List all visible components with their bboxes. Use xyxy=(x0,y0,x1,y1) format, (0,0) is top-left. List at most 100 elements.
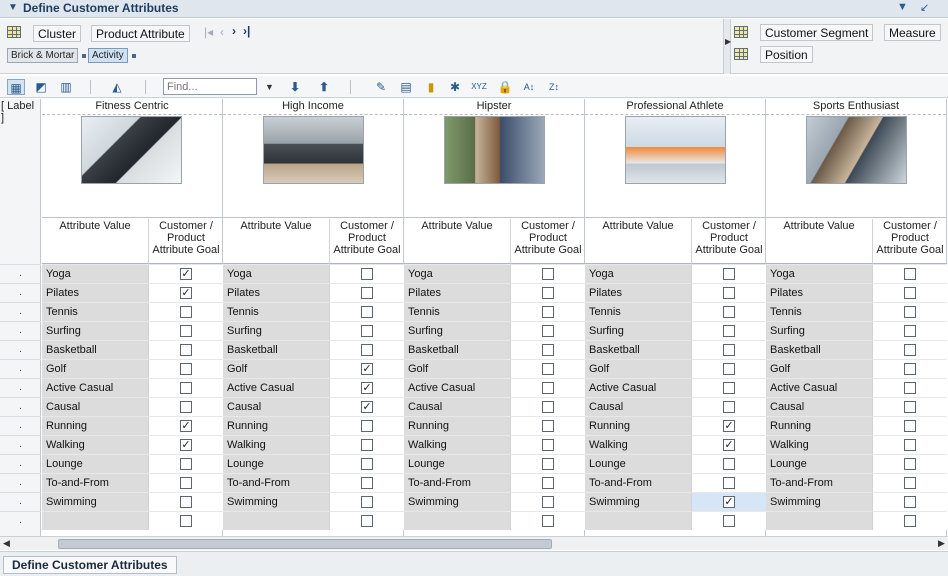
attribute-value-cell[interactable]: Causal xyxy=(585,397,691,416)
attribute-value-cell[interactable]: Walking xyxy=(404,435,510,454)
goal-checkbox[interactable] xyxy=(904,382,916,394)
xyz-icon[interactable]: XYZ xyxy=(470,79,488,95)
attribute-value-header[interactable]: Attribute Value xyxy=(42,219,148,264)
attribute-value-cell[interactable]: Surfing xyxy=(404,321,510,340)
attribute-value-cell[interactable]: Tennis xyxy=(404,302,510,321)
attribute-value-cell[interactable]: Lounge xyxy=(585,454,691,473)
label-header[interactable]: [ Label ] xyxy=(1,100,40,124)
goal-header[interactable]: Customer / Product Attribute Goal xyxy=(329,219,404,264)
segment-name[interactable]: Professional Athlete xyxy=(585,100,765,112)
goal-header[interactable]: Customer / Product Attribute Goal xyxy=(691,219,766,264)
goal-checkbox[interactable] xyxy=(542,420,554,432)
attribute-value-cell[interactable]: Yoga xyxy=(766,264,872,283)
pane-splitter[interactable]: ▶ xyxy=(723,19,731,74)
tag-handle-icon[interactable] xyxy=(82,54,86,58)
edit-document-icon[interactable]: ✎ xyxy=(372,79,390,95)
attribute-value-cell[interactable]: Surfing xyxy=(42,321,148,340)
goal-checkbox[interactable] xyxy=(723,477,735,489)
attribute-value-cell[interactable]: Pilates xyxy=(223,283,329,302)
attribute-value-cell[interactable]: Walking xyxy=(766,435,872,454)
splitter-arrow-icon[interactable]: ▶ xyxy=(725,37,731,46)
last-page-icon[interactable]: ›| xyxy=(243,24,250,38)
attribute-value-cell[interactable]: Tennis xyxy=(585,302,691,321)
goal-checkbox[interactable] xyxy=(904,363,916,375)
row-header[interactable]: . xyxy=(0,378,41,397)
row-header[interactable]: . xyxy=(0,283,41,302)
attribute-value-cell[interactable] xyxy=(42,511,148,530)
segment-name[interactable]: Fitness Centric xyxy=(42,100,222,112)
attribute-value-cell[interactable]: Pilates xyxy=(585,283,691,302)
next-page-icon[interactable]: › xyxy=(232,24,236,38)
attribute-value-cell[interactable]: Lounge xyxy=(766,454,872,473)
measure-button[interactable]: Measure xyxy=(884,24,941,41)
attribute-value-cell[interactable] xyxy=(766,511,872,530)
attribute-value-cell[interactable]: Swimming xyxy=(42,492,148,511)
goal-checkbox[interactable] xyxy=(180,344,192,356)
goal-header[interactable]: Customer / Product Attribute Goal xyxy=(872,219,947,264)
attribute-value-cell[interactable]: Pilates xyxy=(766,283,872,302)
dimension-grid-icon[interactable] xyxy=(7,26,21,38)
sort-descending-icon[interactable]: Z↕ xyxy=(545,79,563,95)
attribute-value-cell[interactable]: To-and-From xyxy=(404,473,510,492)
attribute-value-cell[interactable]: Basketball xyxy=(766,340,872,359)
row-header[interactable]: . xyxy=(0,454,41,473)
attribute-value-header[interactable]: Attribute Value xyxy=(585,219,691,264)
row-header[interactable]: . xyxy=(0,473,41,492)
goal-checkbox[interactable] xyxy=(361,306,373,318)
goal-checkbox[interactable] xyxy=(904,458,916,470)
goal-checkbox[interactable] xyxy=(542,344,554,356)
attribute-value-cell[interactable]: Swimming xyxy=(585,492,691,511)
attribute-value-cell[interactable]: Lounge xyxy=(223,454,329,473)
attribute-value-cell[interactable]: Golf xyxy=(766,359,872,378)
goal-checkbox[interactable] xyxy=(723,325,735,337)
find-input[interactable] xyxy=(163,78,257,95)
attribute-value-cell[interactable]: Swimming xyxy=(223,492,329,511)
goal-checkbox[interactable] xyxy=(723,401,735,413)
goal-checkbox[interactable] xyxy=(542,496,554,508)
goal-checkbox[interactable]: ✓ xyxy=(723,496,735,508)
row-header[interactable]: . xyxy=(0,321,41,340)
segment-name[interactable]: Hipster xyxy=(404,100,584,112)
goal-checkbox[interactable] xyxy=(904,287,916,299)
bar-chart-icon[interactable]: ▥ xyxy=(57,79,75,95)
goal-checkbox[interactable] xyxy=(180,496,192,508)
minimize-arrow-icon[interactable]: ↙ xyxy=(920,1,929,14)
goal-checkbox[interactable] xyxy=(723,344,735,356)
ruler-icon[interactable]: ▮ xyxy=(422,79,440,95)
goal-checkbox[interactable]: ✓ xyxy=(180,420,192,432)
goal-checkbox[interactable] xyxy=(180,325,192,337)
attribute-value-cell[interactable]: Golf xyxy=(404,359,510,378)
goal-checkbox[interactable] xyxy=(542,458,554,470)
goal-checkbox[interactable] xyxy=(180,458,192,470)
attribute-value-cell[interactable]: Golf xyxy=(585,359,691,378)
attribute-value-cell[interactable]: Causal xyxy=(42,397,148,416)
goal-checkbox[interactable] xyxy=(723,515,735,527)
attribute-value-cell[interactable]: Pilates xyxy=(42,283,148,302)
attribute-value-cell[interactable] xyxy=(585,511,691,530)
row-header[interactable]: . xyxy=(0,397,41,416)
collapse-caret-icon[interactable]: ▼ xyxy=(8,2,18,13)
row-header[interactable]: . xyxy=(0,302,41,321)
goal-checkbox[interactable] xyxy=(542,439,554,451)
attribute-value-cell[interactable]: Surfing xyxy=(766,321,872,340)
goal-checkbox[interactable]: ✓ xyxy=(361,363,373,375)
cluster-button[interactable]: Cluster xyxy=(33,25,82,42)
attribute-value-cell[interactable]: Swimming xyxy=(404,492,510,511)
split-cells-icon[interactable]: ✱ xyxy=(446,79,464,95)
goal-checkbox[interactable]: ✓ xyxy=(723,420,735,432)
row-header[interactable]: . xyxy=(0,416,41,435)
goal-checkbox[interactable] xyxy=(904,439,916,451)
goal-checkbox[interactable]: ✓ xyxy=(361,401,373,413)
brick-mortar-tag[interactable]: Brick & Mortar xyxy=(7,48,79,63)
goal-checkbox[interactable] xyxy=(180,401,192,413)
attribute-value-cell[interactable]: Causal xyxy=(766,397,872,416)
goal-checkbox[interactable] xyxy=(361,515,373,527)
goal-checkbox[interactable] xyxy=(723,458,735,470)
goal-checkbox[interactable] xyxy=(361,477,373,489)
goal-checkbox[interactable] xyxy=(904,477,916,489)
attribute-value-cell[interactable]: Yoga xyxy=(223,264,329,283)
segment-grid-icon[interactable] xyxy=(734,26,748,38)
goal-checkbox[interactable] xyxy=(723,306,735,318)
attribute-value-cell[interactable]: Surfing xyxy=(223,321,329,340)
row-header[interactable]: . xyxy=(0,511,41,530)
